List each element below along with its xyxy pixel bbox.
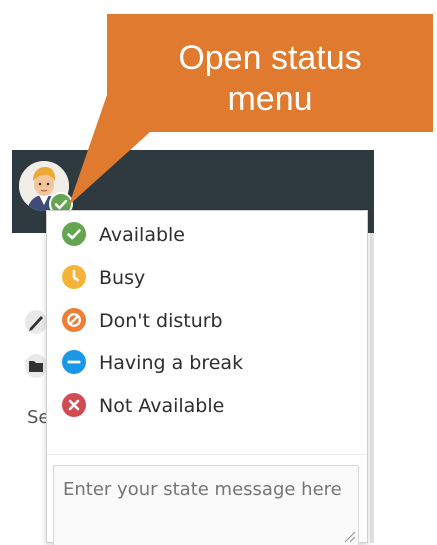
state-message-input[interactable]	[53, 465, 359, 545]
callout-text: Open status menu	[107, 38, 433, 120]
status-menu: Available Busy Don't disturb Having a br…	[46, 210, 368, 545]
status-item-not-available[interactable]: Not Available	[47, 385, 367, 425]
minus-circle-icon	[62, 350, 86, 374]
folder-icon	[25, 354, 47, 378]
callout-line-1: Open status	[178, 39, 362, 77]
callout-line-2: menu	[227, 80, 313, 118]
annotation-callout: Open status menu	[107, 14, 433, 132]
check-circle-icon	[62, 222, 86, 246]
status-label: Don't disturb	[99, 310, 223, 332]
status-label: Not Available	[99, 395, 225, 417]
edit-icon	[25, 310, 47, 334]
status-item-available[interactable]: Available	[47, 214, 367, 254]
status-item-dont-disturb[interactable]: Don't disturb	[47, 300, 367, 340]
x-circle-icon	[62, 393, 86, 417]
status-label: Having a break	[99, 352, 244, 374]
do-not-disturb-icon	[62, 308, 86, 332]
clock-icon	[62, 265, 86, 289]
panel-edge	[370, 233, 374, 543]
status-label: Busy	[99, 267, 146, 289]
status-label: Available	[99, 224, 186, 246]
resize-grip-icon[interactable]	[342, 529, 356, 543]
status-item-having-a-break[interactable]: Having a break	[47, 342, 367, 382]
menu-divider	[47, 454, 367, 455]
status-item-busy[interactable]: Busy	[47, 257, 367, 297]
